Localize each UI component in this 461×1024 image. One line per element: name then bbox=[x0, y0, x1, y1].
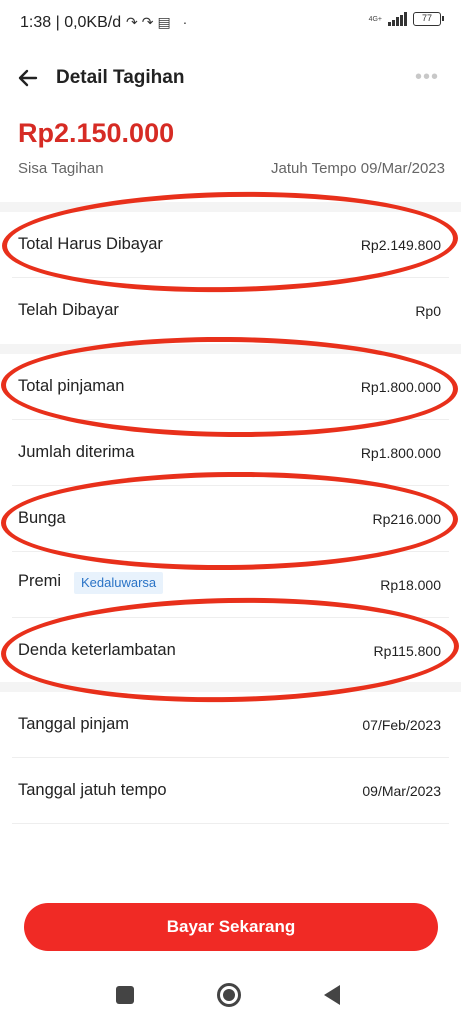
row-telah-dibayar: Telah Dibayar Rp0 bbox=[0, 278, 461, 344]
section-divider bbox=[0, 202, 461, 212]
row-value: 07/Feb/2023 bbox=[362, 717, 441, 733]
row-total-pinjaman: Total pinjaman Rp1.800.000 bbox=[0, 354, 461, 420]
remaining-amount: Rp2.150.000 bbox=[18, 118, 175, 148]
row-label: Tanggal jatuh tempo bbox=[18, 781, 167, 799]
signal-icon bbox=[388, 12, 407, 26]
page-title: Detail Tagihan bbox=[56, 67, 185, 88]
app-bar: Detail Tagihan ••• bbox=[0, 56, 461, 100]
row-value: 09/Mar/2023 bbox=[362, 783, 441, 799]
row-label: Tanggal pinjam bbox=[18, 715, 129, 733]
row-value: Rp0 bbox=[415, 303, 441, 319]
system-nav-bar bbox=[0, 975, 461, 1015]
status-time: 1:38 | 0,0KB/d bbox=[20, 14, 122, 31]
row-tanggal-pinjam: Tanggal pinjam 07/Feb/2023 bbox=[0, 692, 461, 758]
row-value: Rp216.000 bbox=[372, 511, 441, 527]
remaining-label: Sisa Tagihan bbox=[18, 160, 104, 177]
row-bunga: Bunga Rp216.000 bbox=[0, 486, 461, 552]
row-label: Bunga bbox=[18, 509, 66, 527]
section-divider bbox=[0, 344, 461, 354]
row-separator bbox=[12, 823, 449, 824]
row-value: Rp18.000 bbox=[380, 577, 441, 593]
row-denda-keterlambatan: Denda keterlambatan Rp115.800 bbox=[0, 618, 461, 684]
battery-icon: 77 bbox=[413, 12, 444, 26]
arrow-left-icon bbox=[18, 69, 38, 87]
row-value: Rp115.800 bbox=[373, 643, 441, 659]
row-total-harus-dibayar: Total Harus Dibayar Rp2.149.800 bbox=[0, 212, 461, 278]
home-icon[interactable] bbox=[217, 983, 241, 1007]
row-tanggal-jatuh-tempo: Tanggal jatuh tempo 09/Mar/2023 bbox=[0, 758, 461, 824]
row-label: Telah Dibayar bbox=[18, 301, 119, 319]
row-value: Rp1.800.000 bbox=[360, 379, 441, 395]
row-jumlah-diterima: Jumlah diterima Rp1.800.000 bbox=[0, 420, 461, 486]
more-horizontal-icon[interactable]: ••• bbox=[415, 66, 439, 89]
back-button[interactable] bbox=[14, 64, 42, 92]
due-date-label: Jatuh Tempo 09/Mar/2023 bbox=[270, 160, 445, 177]
row-premi: Premi Kedaluwarsa Rp18.000 bbox=[0, 552, 461, 618]
row-label: Total Harus Dibayar bbox=[18, 235, 163, 253]
network-type: 4G+ bbox=[368, 15, 382, 23]
row-label: Denda keterlambatan bbox=[18, 641, 176, 659]
section-divider bbox=[0, 682, 461, 692]
row-label: Jumlah diterima bbox=[18, 443, 135, 461]
pay-now-button[interactable]: Bayar Sekarang bbox=[24, 903, 438, 951]
back-triangle-icon[interactable] bbox=[324, 985, 340, 1005]
recents-icon[interactable] bbox=[116, 986, 134, 1004]
status-bar: 1:38 | 0,0KB/d ↷↷▤ · 4G+ 77 bbox=[0, 0, 461, 48]
status-right: 4G+ 77 bbox=[368, 12, 444, 26]
expired-badge: Kedaluwarsa bbox=[74, 572, 164, 594]
row-value: Rp1.800.000 bbox=[360, 445, 441, 461]
row-value: Rp2.149.800 bbox=[360, 237, 441, 253]
row-label: Premi bbox=[18, 572, 62, 590]
row-label: Total pinjaman bbox=[18, 377, 125, 395]
notification-icons: ↷↷▤ · bbox=[126, 14, 192, 30]
